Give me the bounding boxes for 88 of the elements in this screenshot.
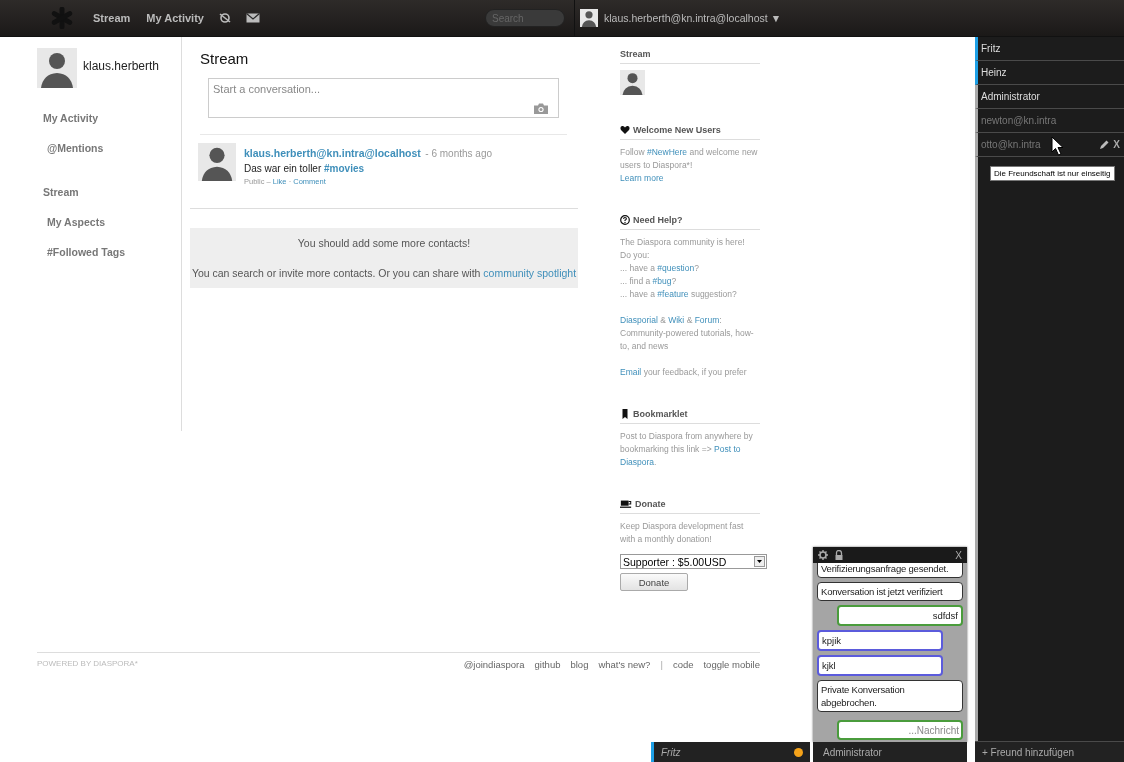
contact-item[interactable]: Fritz [975,37,1124,61]
sidebar-text: Diaspora. [620,456,658,469]
avatar-icon [37,48,77,88]
post-time: - 6 months ago [425,148,493,159]
sidebar-text: Diasporial & Wiki & Forum: [620,314,723,327]
sidebar-text: ... have a #feature suggestion? [620,288,738,301]
link[interactable]: community spotlight [483,267,577,279]
cursor-icon [1051,136,1065,156]
nav-item[interactable]: My Activity [43,112,181,124]
profile-name[interactable]: klaus.herberth [83,59,160,73]
link[interactable]: #question [657,263,695,273]
nav-item[interactable]: #Followed Tags [47,246,181,258]
avatar-icon [620,70,645,95]
lock-icon[interactable] [834,550,844,560]
link[interactable]: #bug [652,276,672,286]
contact-item[interactable]: newton@kn.intra [975,109,1124,133]
sidebar-text: The Diaspora community is here! [620,236,746,249]
link[interactable]: #movies [324,163,365,174]
chat-message: Verifizierungsanfrage gesendet. [817,563,963,578]
nav-item[interactable]: @Mentions [47,142,181,154]
contact-item[interactable]: Administrator [975,85,1124,109]
user-menu[interactable]: klaus.herberth@kn.intra@localhost ▼ [603,12,782,24]
pencil-icon[interactable] [1100,140,1110,149]
contact-item[interactable]: Heinz [975,61,1124,85]
nav-item[interactable]: My Aspects [47,216,181,228]
link[interactable]: #NewHere [646,147,688,157]
close-button[interactable]: X [955,549,962,561]
sidebar-text: Post to Diaspora from anywhere by [620,430,754,443]
avatar-icon [198,143,236,181]
link[interactable]: Diasporial [620,315,658,325]
footer-link[interactable]: code [672,659,694,670]
footer-link[interactable]: blog [570,659,589,670]
link[interactable]: #feature [657,289,689,299]
section-title: Bookmarklet [633,409,688,419]
chat-tab[interactable]: Administrator [813,742,967,762]
author-link[interactable]: klaus.herberth@kn.intra@localhost [244,147,421,159]
link[interactable]: Wiki [668,315,685,325]
remove-link[interactable]: X [1113,139,1120,150]
camera-icon[interactable] [534,103,548,114]
footer-link[interactable]: toggle mobile [703,659,760,670]
chat-tab[interactable]: Fritz [651,742,810,762]
chat-message: sdfdsf [837,605,963,626]
notification-icon[interactable] [217,12,232,24]
separator: | [660,659,663,670]
post-text: Das war ein toller #movies [244,163,366,174]
section-title: Donate [635,499,666,509]
help-icon [620,215,630,225]
cup-icon [620,499,632,509]
notice-title: You should add some more contacts! [296,237,472,249]
sidebar-text: Community-powered tutorials, how-to, and news [620,327,755,353]
chat-message: kpjik [817,630,943,651]
bookmark-icon [620,409,630,419]
chat-message: Private Konversation abgebrochen. [817,680,963,712]
post-input[interactable]: Start a conversation... [208,78,559,118]
nav-link[interactable]: My Activity [146,12,204,24]
sidebar-text: Email your feedback, if you prefer [620,366,748,379]
link[interactable]: Post to [714,444,741,454]
heart-icon [620,125,630,135]
amount-select[interactable]: Supporter : $5.00USD [620,554,767,569]
section-title: Welcome New Users [633,125,721,135]
footer-link[interactable]: what's new? [598,659,651,670]
link[interactable]: Learn more [620,173,664,183]
add-friend-button[interactable]: + Freund hinzufügen [975,741,1124,762]
powered-by-text: POWERED BY DIASPORA* [37,659,138,670]
message-input[interactable]: ...Nachricht [837,720,963,740]
sidebar-text: Do you: [620,249,651,262]
sidebar-text: Keep Diaspora development fast with a monthly donation! [620,520,745,546]
chat-message: kjkl [817,655,943,676]
nav-link[interactable]: Stream [93,12,131,24]
mail-icon[interactable] [245,12,260,24]
nav-item[interactable]: Stream [43,186,181,198]
donate-button[interactable]: Donate [620,573,688,591]
section-title: Need Help? [633,215,683,225]
footer-link[interactable]: @joindiaspora [463,659,525,670]
tooltip: Die Freundschaft ist nur einseitig [990,166,1115,181]
section-title: Stream [620,49,651,59]
unread-dot [794,747,803,757]
page-title: Stream [200,50,250,67]
chat-message: Konversation ist jetzt verifiziert [817,582,963,601]
notice-text: You can search or invite more contacts. Or you can share with community spotlight [190,267,578,279]
sidebar-text: bookmarking this link => Post to [620,443,742,456]
avatar-icon [579,9,598,27]
link[interactable]: Email [620,367,642,377]
sidebar-text: ... have a #question? [620,262,700,275]
sidebar-text: ... find a #bug? [620,275,678,288]
sidebar-text: Follow #NewHere and welcome new users to Diaspora*! [620,146,759,172]
settings-icon[interactable] [818,550,828,560]
footer-link[interactable]: github [534,659,561,670]
